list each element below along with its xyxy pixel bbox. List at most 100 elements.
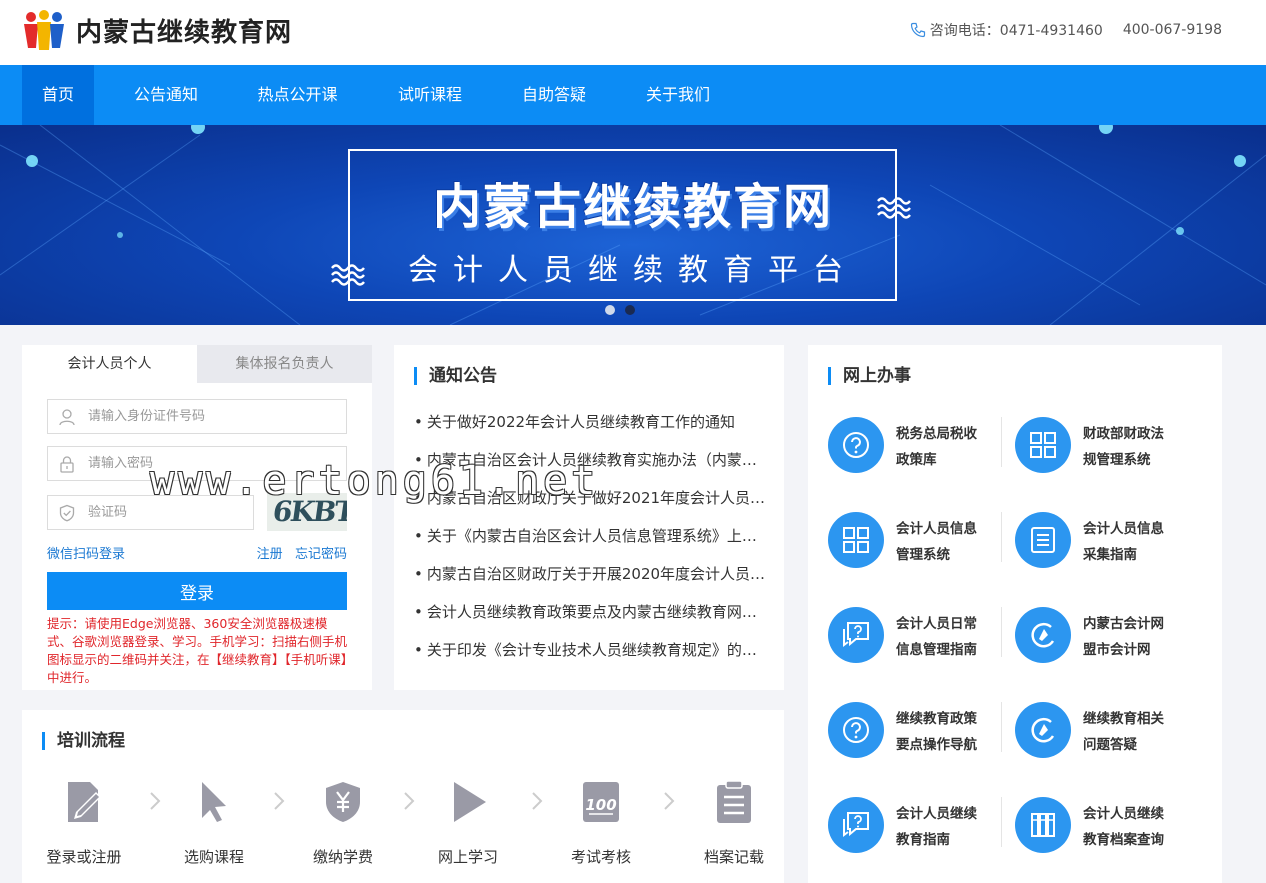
question-icon — [843, 717, 869, 743]
id-number-input[interactable] — [88, 400, 338, 433]
carousel-dot-1[interactable] — [605, 305, 615, 315]
service-label-line2: 要点操作导航 — [896, 737, 977, 753]
service-mof-regulation-system[interactable]: 财政部财政法 规管理系统 — [1015, 417, 1195, 477]
forgot-password-link[interactable]: 忘记密码 — [295, 547, 347, 562]
service-label-line2: 教育档案查询 — [1083, 832, 1164, 848]
notice-item[interactable]: 关于印发《会计专业技术人员继续教育规定》的通知 — [414, 639, 766, 677]
site-name[interactable]: 内蒙古继续教育网 — [76, 12, 292, 49]
logo-icon[interactable] — [22, 10, 66, 50]
service-archive-query[interactable]: 会计人员继续 教育档案查询 — [1015, 797, 1195, 857]
nav-open-courses[interactable]: 热点公开课 — [250, 65, 345, 125]
clipboard-icon — [717, 780, 751, 823]
banner-title: 内蒙古继续教育网 — [432, 179, 833, 235]
service-label-line1: 财政部财政法 — [1083, 426, 1164, 442]
wechat-login-link[interactable]: 微信扫码登录 — [47, 547, 125, 562]
service-label-line2: 教育指南 — [896, 832, 950, 848]
question-icon — [843, 432, 869, 458]
step-online-learning[interactable]: 网上学习 — [418, 780, 518, 867]
service-education-guide[interactable]: 会计人员继续 教育指南 — [828, 797, 1008, 857]
service-faq[interactable]: 继续教育相关 问题答疑 — [1015, 702, 1195, 762]
notice-item[interactable]: 关于做好2022年会计人员继续教育工作的通知 — [414, 411, 766, 449]
nav-about-us[interactable]: 关于我们 — [638, 65, 718, 125]
password-input[interactable] — [88, 447, 338, 480]
score-100-icon: 100 — [583, 782, 619, 822]
service-label-line1: 继续教育政策 — [896, 711, 977, 727]
chat-question-icon — [843, 622, 869, 647]
service-label-line1: 会计人员信息 — [1083, 521, 1164, 537]
service-label-line2: 管理系统 — [896, 547, 950, 563]
contact-phone-1: 咨询电话：0471-4931460 — [929, 23, 1103, 39]
grid-icon — [843, 527, 869, 553]
nav-notices[interactable]: 公告通知 — [126, 65, 206, 125]
shield-check-icon — [59, 504, 75, 522]
step-label: 选购课程 — [183, 848, 244, 866]
service-label-line2: 问题答疑 — [1083, 737, 1137, 753]
lock-icon — [60, 456, 74, 473]
contact-info: 咨询电话：0471-4931460 400-067-9198 — [910, 20, 1222, 40]
list-icon — [1031, 527, 1055, 553]
password-field — [47, 446, 347, 481]
step-label: 档案记载 — [703, 848, 764, 866]
login-tabs: 会计人员个人 集体报名负责人 — [22, 345, 372, 383]
service-label-line2: 采集指南 — [1083, 547, 1137, 563]
notice-item[interactable]: 内蒙古自治区会计人员继续教育实施办法（内蒙古财会〔2020〕号） — [414, 449, 766, 487]
nav-home[interactable]: 首页 — [22, 65, 94, 125]
chevron-right-icon — [150, 792, 161, 810]
service-info-collection-guide[interactable]: 会计人员信息 采集指南 — [1015, 512, 1195, 572]
chevron-right-icon — [274, 792, 285, 810]
service-imac-league-sites[interactable]: 内蒙古会计网 盟市会计网 — [1015, 607, 1195, 667]
service-label-line1: 会计人员继续 — [896, 806, 977, 822]
notice-item[interactable]: 内蒙古自治区财政厅关于开展2020年度会计人员继续教育的通知 — [414, 563, 766, 601]
play-icon — [454, 782, 486, 822]
chevron-right-icon — [404, 792, 415, 810]
service-label-line1: 会计人员继续 — [1083, 806, 1164, 822]
login-button[interactable]: 登录 — [47, 572, 347, 610]
nav-trial-courses[interactable]: 试听课程 — [390, 65, 470, 125]
carousel-dot-2[interactable] — [625, 305, 635, 315]
service-policy-navigation[interactable]: 继续教育政策 要点操作导航 — [828, 702, 1008, 762]
notice-item[interactable]: 会计人员继续教育政策要点及内蒙古继续教育网操作指南 — [414, 601, 766, 639]
chevron-right-icon — [664, 792, 675, 810]
user-icon — [59, 409, 75, 426]
captcha-image[interactable]: 6KBT — [267, 493, 347, 531]
step-select-courses[interactable]: 选购课程 — [164, 780, 264, 867]
yuan-shield-icon — [326, 782, 360, 822]
carousel-dots — [605, 305, 635, 315]
main-nav: 首页 公告通知 热点公开课 试听课程 自助答疑 关于我们 — [0, 65, 1266, 125]
service-title: 网上办事 — [828, 367, 911, 385]
service-label-line2: 信息管理指南 — [896, 642, 977, 658]
notice-list: 关于做好2022年会计人员继续教育工作的通知 内蒙古自治区会计人员继续教育实施办… — [414, 411, 766, 677]
archive-icon — [1031, 813, 1055, 837]
phone-icon — [910, 22, 925, 38]
contact-phone-2: 400-067-9198 — [1122, 22, 1222, 38]
captcha-input[interactable] — [88, 496, 248, 529]
banner-carousel[interactable]: 内蒙古继续教育网 会计人员继续教育平台 — [0, 125, 1266, 325]
captcha-field — [47, 495, 254, 530]
notice-item[interactable]: 关于《内蒙古自治区会计人员信息管理系统》上线的通知 — [414, 525, 766, 563]
login-panel: 会计人员个人 集体报名负责人 6KBT 微信扫码登录 注册 忘记密码 — [22, 345, 372, 690]
tab-group-registrant[interactable]: 集体报名负责人 — [197, 345, 372, 383]
step-archive-record[interactable]: 档案记载 — [684, 780, 784, 867]
notice-item[interactable]: 内蒙古自治区财政厅关于做好2021年度会计人员继续教育工作的通知 — [414, 487, 766, 525]
captcha-text: 6KBT — [270, 495, 347, 528]
grid-icon — [1030, 432, 1056, 458]
chevron-right-icon — [532, 792, 543, 810]
step-label: 缴纳学费 — [312, 848, 373, 866]
step-label: 考试考核 — [570, 848, 631, 866]
tab-individual-accountant[interactable]: 会计人员个人 — [22, 345, 197, 383]
register-link[interactable]: 注册 — [257, 547, 283, 562]
service-accountant-info-system[interactable]: 会计人员信息 管理系统 — [828, 512, 1008, 572]
step-pay-tuition[interactable]: 缴纳学费 — [293, 780, 393, 867]
service-label-line2: 政策库 — [896, 452, 937, 468]
step-login-register[interactable]: 登录或注册 — [34, 780, 134, 867]
id-number-field — [47, 399, 347, 434]
nav-self-help[interactable]: 自助答疑 — [514, 65, 594, 125]
notice-panel: 通知公告 关于做好2022年会计人员继续教育工作的通知 内蒙古自治区会计人员继续… — [394, 345, 784, 690]
service-tax-policy-library[interactable]: 税务总局税收 政策库 — [828, 417, 1008, 477]
header: 内蒙古继续教育网 咨询电话：0471-4931460 400-067-9198 — [0, 0, 1266, 65]
service-label-line1: 会计人员信息 — [896, 521, 977, 537]
service-daily-info-guide[interactable]: 会计人员日常 信息管理指南 — [828, 607, 1008, 667]
training-process-panel: 培训流程 登录或注册 选购课程 缴纳学费 网上学习 100 考试考核 档案记载 — [22, 710, 784, 883]
svg-text:100: 100 — [585, 796, 616, 814]
step-exam-assessment[interactable]: 100 考试考核 — [551, 780, 651, 867]
